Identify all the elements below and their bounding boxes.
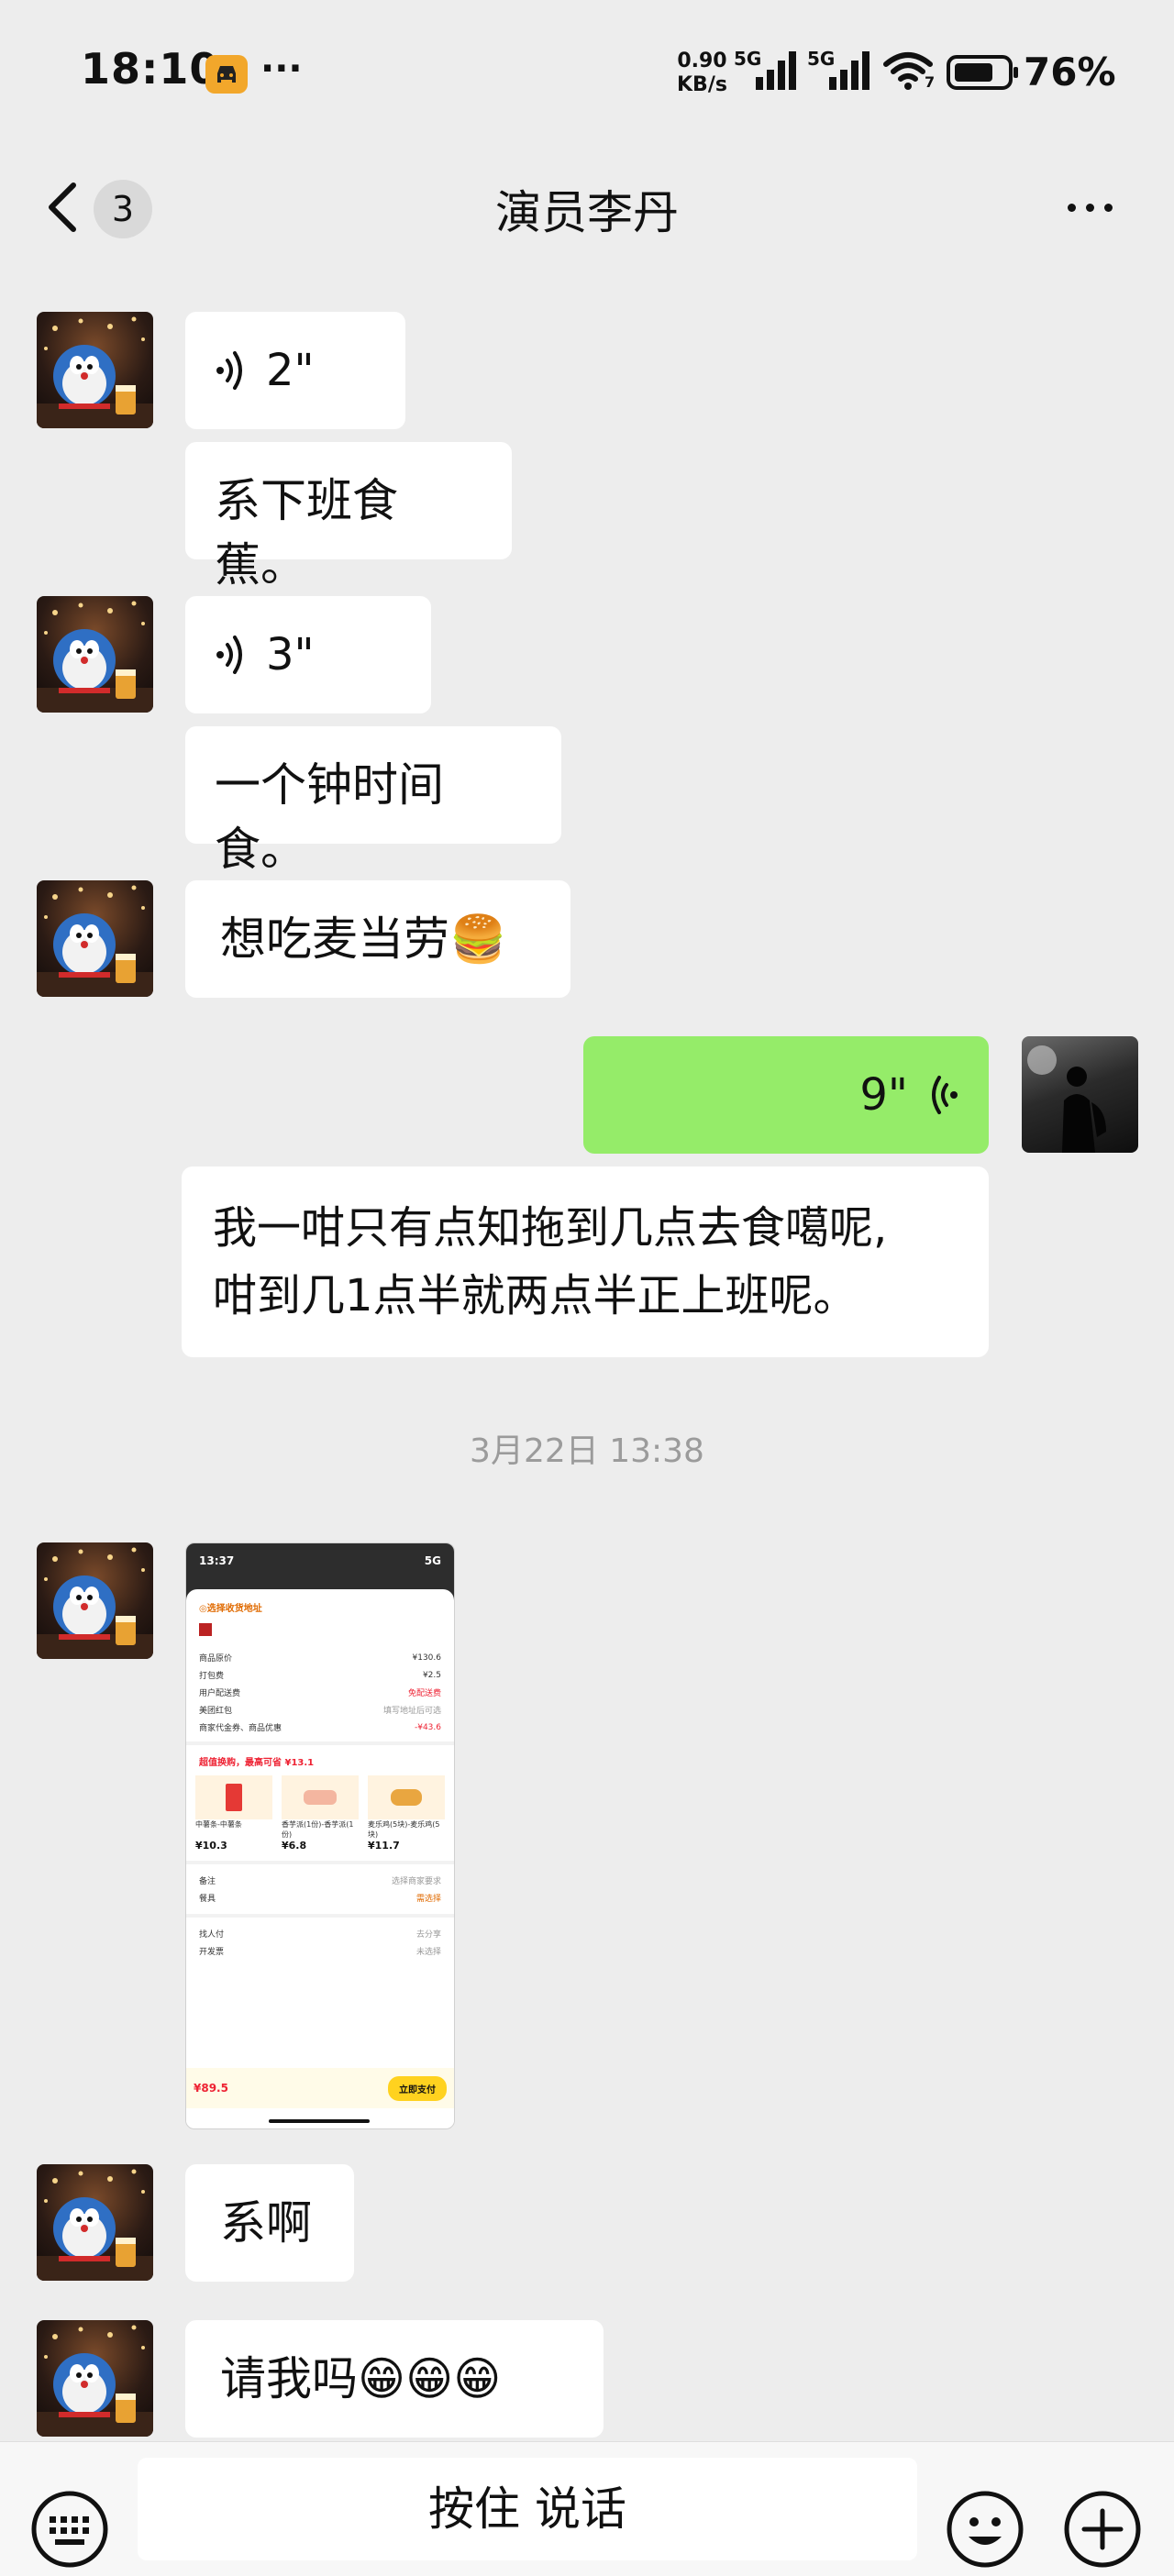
option-row: 找人付 去分享 [199, 1930, 441, 1940]
option-row: 备注 选择商家要求 [199, 1877, 441, 1886]
screenshot-address-prompt: ◎选择收货地址 [199, 1604, 262, 1614]
battery-percent: 76% [1024, 50, 1116, 94]
status-time: 18:10 [81, 44, 220, 94]
contact-avatar[interactable] [37, 2164, 153, 2281]
voice-wave-icon [216, 636, 242, 674]
text-message: 系下班食蕉。 [185, 442, 512, 591]
option-row: 开发票 未选择 [199, 1948, 441, 1957]
deal-item: 麦乐鸡(5块)-麦乐鸡(5块) ¥11.7 [368, 1775, 445, 1852]
keyboard-icon[interactable] [29, 2489, 110, 2570]
text-message: 我一咁只有点知拖到几点去食噶呢, 咁到几1点半就两点半正上班呢。 [182, 1166, 989, 1357]
own-avatar[interactable] [1022, 1036, 1138, 1153]
text-message: 请我吗😁😁😁 [185, 2320, 604, 2438]
battery-icon [947, 55, 1018, 90]
contact-avatar[interactable] [37, 1542, 153, 1659]
image-message[interactable]: 13:37 5G ◎选择收货地址 商品原价 ¥130.6 打包费 ¥2.5 用户配送费… [185, 1542, 455, 2129]
voice-message[interactable]: 2" [185, 312, 405, 429]
contact-avatar[interactable] [37, 312, 153, 428]
chat-title: 演员李丹 [495, 186, 679, 239]
signal-1-icon [756, 51, 796, 90]
deal-title: 超值换购，最高可省 ¥13.1 [199, 1758, 315, 1768]
signal-2-icon [829, 51, 869, 90]
fee-row: 打包费 ¥2.5 [199, 1670, 441, 1682]
emoji-icon[interactable] [945, 2489, 1025, 2570]
chat-timestamp: 3月22日 13:38 [470, 1432, 704, 1470]
hold-to-talk-button[interactable]: 按住 说话 [138, 2458, 917, 2560]
deal-item: 中薯条-中薯条 ¥10.3 [195, 1775, 272, 1852]
fee-row: 美团红包 填写地址后可选 [199, 1707, 441, 1716]
text-message: 一个钟时间食。 [185, 726, 561, 876]
contact-avatar[interactable] [37, 880, 153, 997]
plus-icon[interactable] [1062, 2489, 1143, 2570]
fee-row: 商品原价 ¥130.6 [199, 1653, 441, 1664]
network-speed: 0.90 KB/s [677, 50, 727, 96]
voice-duration: 2" [266, 345, 315, 396]
voice-duration: 9" [859, 1069, 908, 1121]
contact-avatar[interactable] [37, 596, 153, 713]
deal-item: 香芋派(1份)-香芋派(1份) ¥6.8 [282, 1775, 359, 1852]
checkout-bar: ¥89.5 立即支付 [186, 2068, 454, 2108]
fee-row: 商家代金券、商品优惠 -¥43.6 [199, 1722, 441, 1734]
option-row: 餐具 需选择 [199, 1895, 441, 1904]
text-message: 系啊 [185, 2164, 354, 2282]
contact-avatar[interactable] [37, 2320, 153, 2437]
text-message: 想吃麦当劳🍔 [185, 880, 570, 998]
voice-duration: 3" [266, 629, 315, 680]
voice-wave-icon [932, 1076, 958, 1114]
more-icon[interactable] [1060, 183, 1119, 229]
fee-row: 用户配送费 免配送费 [199, 1689, 441, 1698]
own-voice-message[interactable]: 9" [583, 1036, 989, 1154]
voice-wave-icon [216, 351, 242, 390]
wifi-badge: 7 [925, 73, 936, 91]
voice-message[interactable]: 3" [185, 596, 431, 713]
car-app-icon [205, 55, 248, 94]
status-more-dots: ··· [260, 48, 303, 90]
